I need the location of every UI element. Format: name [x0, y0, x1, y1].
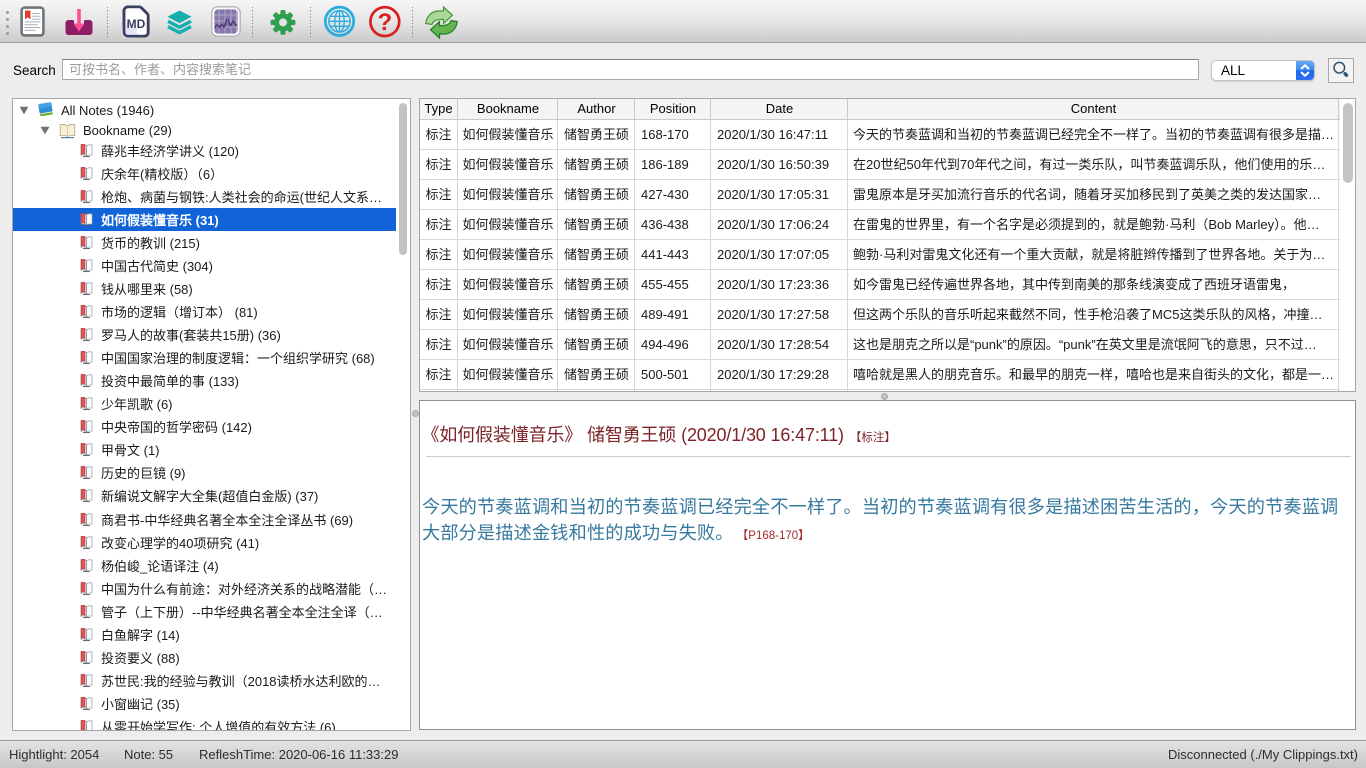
svg-text:?: ? [377, 9, 392, 36]
svg-text:MD: MD [127, 17, 146, 31]
